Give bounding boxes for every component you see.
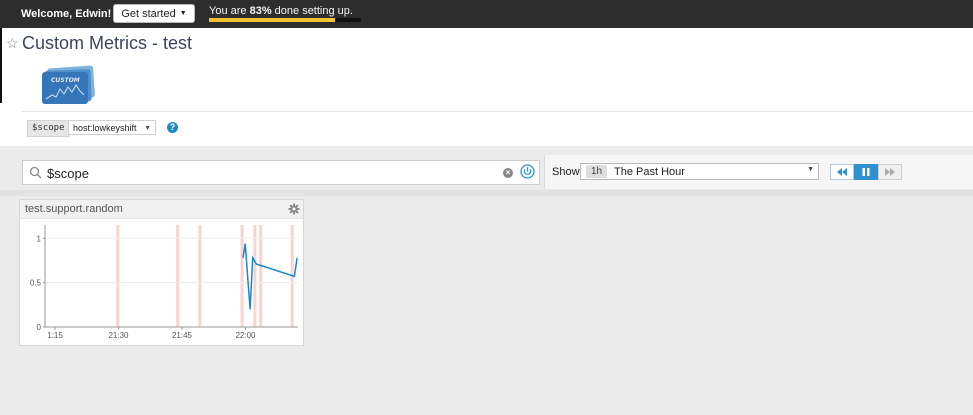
- header-divider: [22, 111, 973, 112]
- x-tick-label: 22:00: [235, 331, 256, 340]
- search-input[interactable]: [47, 165, 467, 181]
- help-icon[interactable]: ?: [167, 122, 178, 133]
- show-label: Show: [552, 166, 580, 178]
- get-started-label: Get started: [121, 7, 176, 20]
- search-box: ×: [22, 160, 540, 185]
- progress-percent: 83%: [249, 5, 272, 17]
- line-chart: 1 0.5 0 1:15 21:30 21:45 22:00: [30, 225, 298, 340]
- series-line: [242, 243, 298, 310]
- y-tick-label: 0: [37, 323, 42, 332]
- left-edge-divider: [0, 28, 2, 103]
- setup-progress-fill: [209, 18, 336, 22]
- setup-progress-bar: [209, 18, 361, 22]
- custom-metrics-logo: CUSTOM: [42, 65, 95, 104]
- graph-widget[interactable]: test.support.random 1 0.5 0 1:15 21:30 21:45 2…: [19, 199, 304, 346]
- gear-icon[interactable]: [288, 203, 300, 215]
- logo-text: CUSTOM: [51, 77, 80, 84]
- x-tick-label: 1:15: [47, 331, 63, 340]
- fast-forward-button[interactable]: [878, 164, 902, 180]
- caret-down-icon: ▼: [179, 10, 187, 17]
- clear-icon[interactable]: ×: [503, 168, 513, 178]
- event-marker: [253, 225, 257, 327]
- page-title: Custom Metrics - test: [22, 33, 193, 53]
- welcome-text: Welcome, Edwin!: [21, 8, 112, 20]
- y-tick-label: 0.5: [30, 279, 42, 288]
- widget-header: test.support.random: [20, 200, 303, 219]
- setup-progress-text: You are 83% done setting up.: [209, 5, 353, 17]
- event-marker: [176, 225, 180, 327]
- rewind-button[interactable]: [830, 164, 854, 180]
- timeframe-short: 1h: [586, 165, 608, 178]
- pause-button[interactable]: [854, 164, 878, 180]
- template-var-value: host:lowkeyshift: [73, 123, 137, 133]
- pause-icon: [862, 168, 870, 176]
- search-icon: [29, 166, 42, 179]
- event-marker: [198, 225, 202, 327]
- timeframe-select[interactable]: 1h The Past Hour ▼: [580, 163, 819, 180]
- x-tick-label: 21:30: [108, 331, 129, 340]
- template-var-select[interactable]: host:lowkeyshift ▼: [68, 120, 156, 135]
- rewind-icon: [837, 168, 847, 176]
- template-var-label: $scope: [27, 120, 70, 137]
- progress-suffix: done setting up.: [271, 5, 353, 17]
- progress-prefix: You are: [209, 5, 250, 17]
- timeframe-panel: Show 1h The Past Hour ▼: [544, 155, 973, 189]
- caret-down-icon: ▼: [144, 125, 151, 132]
- power-icon[interactable]: [520, 164, 535, 179]
- event-marker: [116, 225, 120, 327]
- timeframe-long: The Past Hour: [614, 166, 685, 178]
- event-marker: [259, 225, 263, 327]
- star-icon[interactable]: ☆: [6, 35, 19, 52]
- event-marker: [240, 225, 244, 327]
- y-tick-label: 1: [37, 234, 42, 243]
- top-bar: Welcome, Edwin! Get started ▼ You are 83…: [0, 0, 973, 28]
- get-started-button[interactable]: Get started ▼: [113, 4, 195, 23]
- toolbar-separator: [0, 190, 973, 196]
- caret-down-icon: ▼: [807, 166, 814, 173]
- fast-forward-icon: [885, 168, 895, 176]
- setup-progress-remaining: [335, 18, 361, 22]
- x-tick-label: 21:45: [172, 331, 193, 340]
- widget-title: test.support.random: [25, 203, 123, 215]
